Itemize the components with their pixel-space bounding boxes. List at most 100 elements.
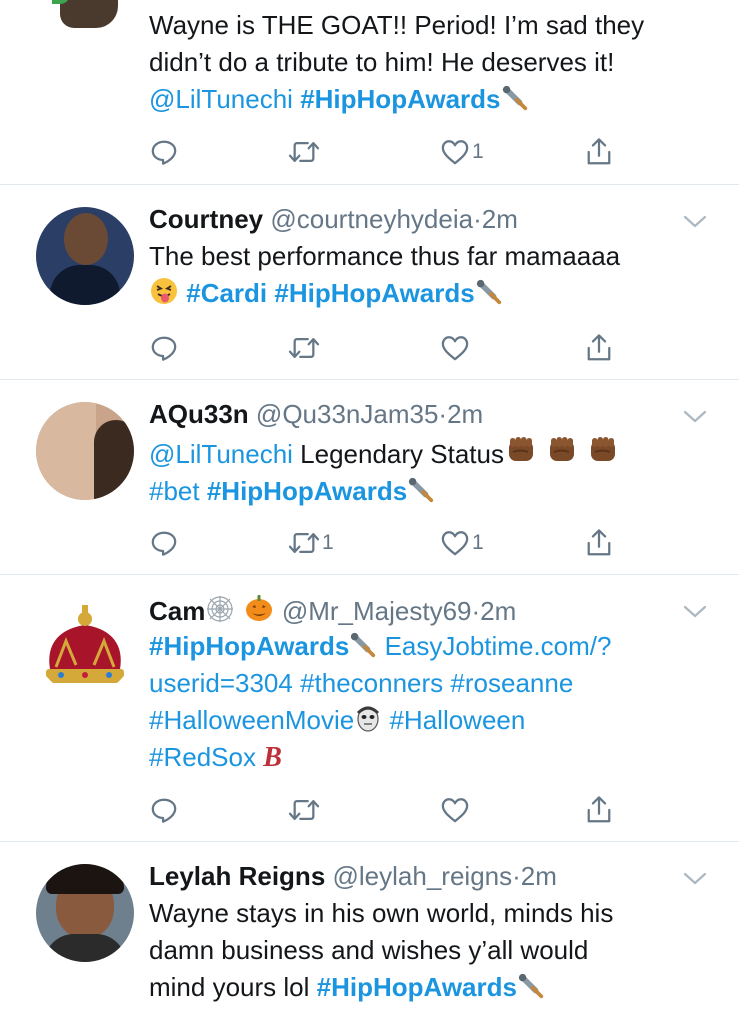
hashtag-link[interactable]: #bet [149,476,200,506]
hashtag-link[interactable]: #HipHopAwards [317,972,517,1002]
tweet-1[interactable]: Wayne is THE GOAT!! Period! I’m sad they… [0,0,739,184]
microphone-hashflag-icon [475,278,503,306]
heart-icon [440,334,470,362]
username[interactable]: @Qu33nJam35 [256,399,439,429]
chevron-down-icon[interactable] [682,408,708,426]
retweet-count: 1 [322,531,334,554]
heart-icon [440,796,470,824]
tweet-text: Wayne is THE GOAT!! Period! I’m sad they… [149,7,709,118]
tweet-5[interactable]: Leylah Reigns @leylah_reigns·2m Wayne st… [0,842,739,1024]
reply-button[interactable] [150,793,178,827]
tweet-header: Leylah Reigns @leylah_reigns·2m [149,859,557,893]
username[interactable]: @courtneyhydeia [270,204,473,234]
like-count: 1 [472,140,484,163]
like-button[interactable] [440,793,472,827]
hashtag-link[interactable]: #roseanne [450,668,573,698]
avatar[interactable] [36,864,134,962]
timestamp[interactable]: 2m [447,399,483,429]
tweet-text-segment: mind yours lol [149,972,317,1002]
tweet-actions: 1 1 [0,526,739,560]
hashtag-link[interactable]: #theconners [300,668,443,698]
share-icon [585,795,613,825]
reply-button[interactable] [150,526,178,560]
like-button[interactable]: 1 [440,135,484,169]
share-button[interactable] [585,331,613,365]
retweet-button[interactable] [288,135,322,169]
like-button[interactable] [440,331,472,365]
retweet-icon [288,334,320,362]
tweet-actions: 1 [0,135,739,169]
hashtag-link[interactable]: #Halloween [389,705,525,735]
share-icon [585,333,613,363]
tongue-face-emoji-icon [151,278,177,304]
tweet-2[interactable]: Courtney @courtneyhydeia·2m The best per… [0,185,739,379]
hashtag-link[interactable]: #HipHopAwards [300,84,500,114]
masked-face-hashflag-icon [357,706,380,732]
avatar[interactable] [36,597,134,695]
tweet-text-line: didn’t do a tribute to him! He deserves … [149,47,615,77]
hashtag-link[interactable]: #HipHopAwards [207,476,407,506]
url-link[interactable]: EasyJobtime.com/? [385,631,612,661]
hashtag-link[interactable]: #HipHopAwards [274,278,474,308]
tweet-3[interactable]: AQu33n @Qu33nJam35·2m @LilTunechi Legend… [0,380,739,574]
tweet-actions [0,331,739,365]
share-button[interactable] [585,135,613,169]
timestamp[interactable]: 2m [480,596,516,626]
avatar[interactable] [52,0,122,36]
share-button[interactable] [585,793,613,827]
red-sox-b-logo: B [263,742,282,773]
microphone-hashflag-icon [407,476,435,504]
hashtag-link[interactable]: #RedSox [149,742,256,772]
tweet-header: AQu33n @Qu33nJam35·2m [149,397,483,431]
avatar[interactable] [36,402,134,500]
share-button[interactable] [585,526,613,560]
display-name[interactable]: Courtney [149,204,263,234]
tweet-text: Wayne stays in his own world, minds his … [149,895,709,1006]
retweet-icon [288,796,320,824]
separator: · [512,861,521,891]
chevron-down-icon[interactable] [682,603,708,621]
display-name[interactable]: Leylah Reigns [149,861,325,891]
username[interactable]: @leylah_reigns [333,861,513,891]
username[interactable]: @Mr_Majesty69 [282,596,472,626]
separator: · [471,596,481,626]
hashtag-link[interactable]: #Cardi [186,278,267,308]
chevron-down-icon[interactable] [682,870,708,888]
avatar[interactable] [36,207,134,305]
reply-button[interactable] [150,135,178,169]
tweet-text-line: damn business and wishes y’all would [149,935,589,965]
tweet-text-segment: Legendary Status [292,439,504,469]
tweet-header: Courtney @courtneyhydeia·2m [149,202,518,236]
microphone-hashflag-icon [349,631,377,659]
display-name[interactable]: AQu33n [149,399,249,429]
retweet-button[interactable] [288,331,322,365]
like-button[interactable]: 1 [440,526,484,560]
separator: · [473,204,482,234]
timestamp[interactable]: 2m [521,861,557,891]
jack-o-lantern-emoji-icon [245,595,272,621]
heart-icon [440,529,470,557]
separator: · [438,399,448,429]
microphone-hashflag-icon [517,972,545,1000]
tweet-actions [0,793,739,827]
tweet-text: @LilTunechi Legendary Status #bet #HipHo… [149,433,709,510]
timestamp[interactable]: 2m [482,204,518,234]
retweet-button[interactable]: 1 [288,526,334,560]
tweet-4[interactable]: Cam @Mr_Majesty69·2m #HipHopAwards EasyJ… [0,575,739,841]
reply-button[interactable] [150,331,178,365]
share-icon [585,528,613,558]
display-name[interactable]: Cam [149,596,205,626]
hashtag-link[interactable]: #HalloweenMovie [149,705,354,735]
hashtag-link[interactable]: #HipHopAwards [149,631,349,661]
mention-link[interactable]: @LilTunechi [149,84,293,114]
reply-icon [150,529,178,557]
mention-link[interactable]: @LilTunechi [149,439,293,469]
spider-web-emoji-icon [207,596,234,622]
reply-icon [150,138,178,166]
url-link[interactable]: userid=3304 [149,668,293,698]
raised-fist-emoji-icon [504,433,538,467]
tweet-text-line: The best performance thus far mamaaaa [149,241,621,271]
retweet-button[interactable] [288,793,322,827]
chevron-down-icon[interactable] [682,213,708,231]
microphone-hashflag-icon [501,84,529,112]
